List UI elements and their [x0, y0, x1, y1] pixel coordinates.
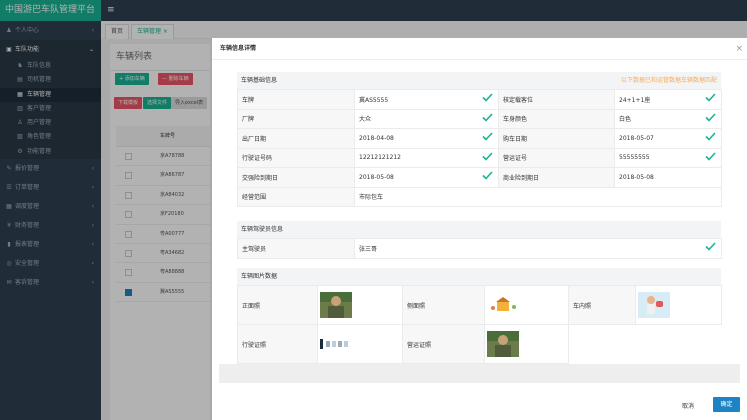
field-value: 55555555	[614, 147, 722, 168]
section-header: 车辆图片数据	[237, 268, 721, 285]
field-label: 商业险到期日	[498, 167, 615, 188]
field-label: 主驾驶员	[237, 238, 355, 259]
operation-photo-thumbnail[interactable]	[487, 331, 519, 357]
field-label: 车身颜色	[498, 108, 615, 129]
check-icon	[482, 93, 493, 102]
side-photo-thumbnail[interactable]	[487, 292, 519, 318]
field-label: 侧面照	[402, 285, 485, 325]
field-value: 冀AS5555	[354, 89, 499, 110]
driver-info-section: 车辆驾驶员信息 主驾驶员 张三哥	[237, 221, 747, 259]
driver-info-table: 主驾驶员 张三哥	[237, 238, 722, 259]
modal-title: 车辆信息详情	[220, 45, 257, 52]
field-label: 购车日期	[498, 128, 615, 149]
basic-info-table: 车牌 冀AS5555 核定载客位 24+1+1座厂牌 大众 车身颜色 白色出厂日期 2018-…	[237, 89, 722, 207]
modal-header: 车辆信息详情 ×	[212, 38, 747, 60]
field-label: 营运证号	[498, 147, 615, 168]
field-value: 2018-05-07	[614, 128, 722, 149]
check-icon	[705, 132, 716, 141]
field-label: 厂牌	[237, 108, 355, 129]
field-text: 2018-05-08	[619, 173, 654, 181]
field-text: 2018-05-08	[359, 173, 394, 181]
confirm-button[interactable]: 确定	[713, 397, 740, 412]
basic-info-section: 车辆基础信息 以下数据已和运管数据车辆数据匹配 车牌 冀AS5555 核定载客位 24…	[237, 72, 747, 207]
front-photo-thumbnail[interactable]	[320, 292, 352, 318]
field-text: 大众	[359, 116, 372, 124]
check-icon	[705, 93, 716, 102]
field-label: 出厂日期	[237, 128, 355, 149]
vehicle-detail-modal: 车辆信息详情 × 车辆基础信息 以下数据已和运管数据车辆数据匹配 车牌 冀AS55…	[212, 38, 747, 420]
front-photo-cell[interactable]	[317, 285, 403, 325]
license-photo-cell[interactable]	[317, 324, 403, 364]
field-value: 24+1+1座	[614, 89, 722, 110]
field-value: 大众	[354, 108, 499, 129]
close-icon[interactable]: ×	[735, 38, 743, 60]
section-header: 车辆基础信息 以下数据已和运管数据车辆数据匹配	[237, 72, 721, 89]
check-icon	[705, 112, 716, 122]
modal-footer-band	[219, 364, 740, 383]
field-value: 2018-04-08	[354, 128, 499, 149]
field-label: 营运证照	[402, 324, 485, 364]
field-label: 交强险到期日	[237, 167, 355, 188]
field-label: 车牌	[237, 89, 355, 110]
license-photo-thumbnail[interactable]	[320, 331, 352, 357]
operation-photo-cell[interactable]	[484, 324, 569, 364]
vehicle-images-section: 车辆图片数据 正面照 侧面照 车内照 行驶证照 营运证照	[237, 268, 747, 364]
section-title: 车辆图片数据	[241, 273, 278, 280]
match-note: 以下数据已和运管数据车辆数据匹配	[620, 77, 717, 84]
field-text: 24+1+1座	[619, 96, 651, 104]
check-icon	[482, 132, 493, 141]
section-title: 车辆基础信息	[241, 77, 278, 84]
section-title: 车辆驾驶员信息	[241, 226, 284, 233]
field-text: 冀AS5555	[359, 96, 389, 104]
field-value: 12212121212	[354, 147, 499, 168]
field-label: 正面照	[237, 285, 318, 325]
images-table: 正面照 侧面照 车内照 行驶证照 营运证照	[237, 285, 722, 364]
field-label: 行驶证照	[237, 324, 318, 364]
check-icon	[705, 242, 716, 251]
field-value: 2018-05-08	[614, 167, 722, 188]
field-text: 55555555	[619, 154, 650, 162]
field-label: 核定载客位	[498, 89, 615, 110]
field-text: 12212121212	[359, 154, 401, 162]
side-photo-cell[interactable]	[484, 285, 569, 325]
field-label: 车内照	[568, 285, 636, 325]
section-header: 车辆驾驶员信息	[237, 221, 721, 238]
field-text: 2018-04-08	[359, 134, 394, 142]
check-icon	[705, 151, 716, 161]
check-icon	[482, 151, 493, 161]
field-value: 白色	[614, 108, 722, 129]
check-icon	[482, 112, 493, 122]
field-label: 经营范围	[237, 186, 355, 207]
check-icon	[482, 171, 493, 180]
driver-name: 张三哥	[359, 245, 378, 253]
interior-photo-cell[interactable]	[635, 285, 722, 325]
field-value: 2018-05-08	[354, 167, 499, 188]
field-value: 张三哥	[354, 238, 722, 259]
field-text: 白色	[619, 116, 632, 124]
interior-photo-thumbnail[interactable]	[638, 292, 670, 318]
field-text: 2018-05-07	[619, 134, 654, 142]
field-value: 市际包车	[354, 186, 722, 207]
cancel-button[interactable]: 取消	[682, 401, 694, 410]
field-label: 行驶证号码	[237, 147, 355, 168]
empty-cell	[569, 325, 722, 364]
